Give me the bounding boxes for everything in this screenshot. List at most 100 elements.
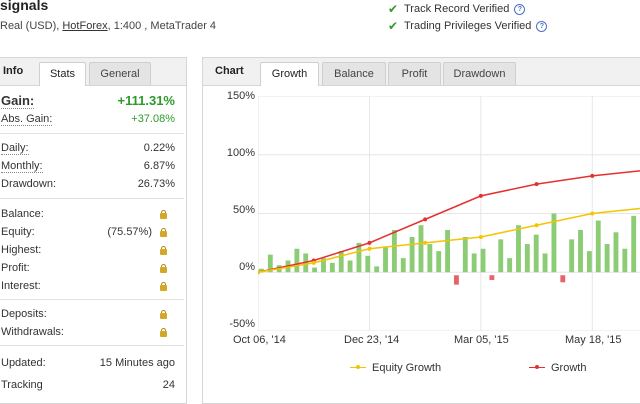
monthly-label: Monthly: — [1, 160, 43, 173]
legend-label: Growth — [551, 362, 587, 374]
y-tick-label: 0% — [239, 261, 255, 273]
x-tick-label: Dec 23, '14 — [344, 334, 400, 346]
series-point — [478, 235, 483, 239]
series-point — [534, 223, 539, 228]
lock-icon[interactable] — [160, 228, 167, 237]
series-point — [367, 240, 372, 245]
info-tabbar: Info Stats General — [0, 58, 186, 86]
lock-icon[interactable] — [160, 210, 167, 219]
account-subtitle: Real (USD), HotForex, 1:400 , MetaTrader… — [0, 20, 216, 32]
deposits-label: Deposits: — [1, 308, 47, 320]
trading-privileges-label: Trading Privileges Verified — [404, 20, 532, 32]
tracking-label: Tracking — [1, 379, 43, 391]
divider — [0, 299, 184, 300]
chart-bar — [365, 255, 371, 273]
chart-bar — [569, 239, 575, 273]
series-point — [534, 182, 539, 187]
chart-panel-title: Chart — [215, 65, 244, 77]
stat-interest: Interest: — [1, 280, 175, 296]
chart-bar — [560, 275, 566, 283]
abs-gain-value: +37.08% — [131, 113, 175, 125]
chart-bar — [622, 248, 628, 273]
chart-bar — [471, 253, 477, 273]
equity-label: Equity: — [1, 226, 35, 238]
lock-icon[interactable] — [160, 246, 167, 255]
series-point — [423, 240, 428, 245]
tab-drawdown[interactable]: Drawdown — [443, 62, 516, 85]
stat-deposits: Deposits: — [1, 308, 175, 324]
daily-value: 0.22% — [143, 142, 175, 154]
abs-gain-label: Abs. Gain: — [1, 113, 53, 126]
stat-abs-gain: Abs. Gain: +37.08% — [1, 113, 175, 129]
y-tick-label: 50% — [232, 204, 255, 216]
chart-bar — [480, 248, 486, 273]
interest-label: Interest: — [1, 280, 41, 292]
chart-bar — [400, 258, 406, 273]
stat-drawdown: Drawdown: 26.73% — [1, 178, 175, 194]
help-icon[interactable]: ? — [514, 3, 526, 15]
stat-daily: Daily: 0.22% — [1, 142, 175, 158]
leverage-platform: , 1:400 , MetaTrader 4 — [107, 20, 217, 32]
tab-growth[interactable]: Growth — [260, 62, 319, 86]
chart-tabbar: Chart Growth Balance Profit Drawdown — [203, 58, 640, 86]
equity-growth-legend-icon — [350, 364, 366, 372]
stat-tracking: Tracking 24 — [1, 379, 175, 395]
chart-bar — [507, 258, 513, 273]
divider — [0, 345, 184, 346]
legend-equity-growth[interactable]: Equity Growth — [350, 362, 441, 374]
chart-panel: Chart Growth Balance Profit Drawdown 150… — [202, 57, 640, 404]
divider — [0, 133, 184, 134]
lock-icon[interactable] — [160, 264, 167, 273]
chart-bar — [374, 266, 380, 273]
series-point — [478, 193, 483, 198]
tab-profit[interactable]: Profit — [388, 62, 441, 85]
highest-label: Highest: — [1, 244, 42, 256]
y-axis: 150% 100% 50% 0% -50% — [203, 88, 255, 338]
lock-icon[interactable] — [160, 328, 167, 337]
divider — [0, 198, 184, 199]
x-tick-label: Oct 06, '14 — [233, 334, 286, 346]
chart-bar — [347, 260, 353, 273]
y-tick-label: 100% — [226, 147, 255, 159]
y-tick-label: 150% — [226, 90, 255, 102]
chart-bar — [516, 225, 521, 273]
help-icon[interactable]: ? — [536, 20, 548, 32]
stat-equity: Equity: (75.57%) — [1, 226, 175, 242]
chart-bar — [524, 244, 530, 273]
legend-label: Equity Growth — [372, 362, 442, 374]
info-panel-title: Info — [3, 65, 24, 77]
chart-bar — [383, 246, 388, 273]
info-panel: Info Stats General Gain: +111.31% Abs. G… — [0, 57, 187, 404]
page-title: signals — [0, 0, 49, 13]
stat-balance: Balance: — [1, 208, 175, 224]
chart-bar — [613, 232, 619, 273]
stat-updated: Updated: 15 Minutes ago — [1, 357, 175, 373]
stat-highest: Highest: — [1, 244, 175, 260]
chart-bar — [454, 275, 459, 285]
daily-label: Daily: — [1, 142, 29, 155]
tab-general[interactable]: General — [89, 62, 151, 85]
tab-balance[interactable]: Balance — [322, 62, 386, 85]
series-point — [590, 173, 595, 178]
series-point — [423, 217, 428, 222]
chart-bar — [329, 262, 335, 273]
drawdown-value: 26.73% — [137, 178, 175, 190]
legend-growth[interactable]: Growth — [529, 362, 586, 374]
account-type: Real (USD), — [0, 20, 60, 32]
x-tick-label: May 18, '15 — [565, 334, 622, 346]
profit-label: Profit: — [1, 262, 30, 274]
chart-bar — [445, 229, 450, 273]
chart-bar — [533, 234, 539, 273]
lock-icon[interactable] — [160, 282, 167, 291]
chart-bar — [391, 229, 397, 273]
stat-withdrawals: Withdrawals: — [1, 326, 175, 342]
growth-chart — [258, 96, 640, 331]
broker-link[interactable]: HotForex — [62, 20, 107, 32]
updated-label: Updated: — [1, 357, 46, 369]
chart-bar — [312, 267, 318, 273]
check-icon: ✔ — [388, 19, 399, 33]
tab-stats[interactable]: Stats — [39, 62, 86, 86]
stat-gain: Gain: +111.31% — [1, 93, 175, 109]
lock-icon[interactable] — [160, 310, 167, 319]
series-point — [367, 246, 372, 251]
